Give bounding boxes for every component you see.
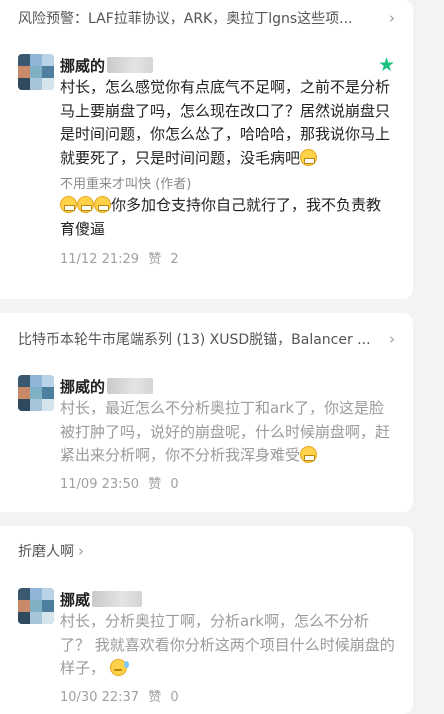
avatar[interactable] bbox=[18, 588, 54, 624]
author-name-redacted bbox=[107, 378, 154, 394]
comment-3: 挪威 村长，分析奥拉丁啊，分析ark啊，怎么不分析了？ 我就喜欢看你分析这两个项… bbox=[0, 588, 413, 707]
comment-text: 村长，分析奥拉丁啊，分析ark啊，怎么不分析了？ 我就喜欢看你分析这两个项目什么… bbox=[60, 612, 395, 677]
chevron-right-icon: › bbox=[389, 330, 395, 348]
post-title[interactable]: 折磨人啊 bbox=[18, 541, 74, 561]
author-reply-label: 不用重来才叫快 (作者) bbox=[60, 177, 192, 192]
post-card-2: 比特币本轮牛市尾端系列 (13) XUSD脱锚，Balancer ... › 挪… bbox=[0, 313, 413, 512]
chevron-right-icon: › bbox=[78, 542, 84, 560]
like-count: 2 bbox=[170, 252, 179, 267]
grin-emoji-icon bbox=[77, 196, 94, 213]
post-title[interactable]: 比特币本轮牛市尾端系列 (13) XUSD脱锚，Balancer ... bbox=[18, 329, 381, 349]
author-reply-text: 你多加仓支持你自己就行了，我不负责教育傻逼 bbox=[60, 196, 382, 238]
like-button[interactable]: 赞 0 bbox=[148, 477, 183, 492]
avatar[interactable] bbox=[18, 375, 54, 411]
post-title[interactable]: 风险预警：LAF拉菲协议，ARK，奥拉丁lgns这些项... bbox=[18, 8, 381, 28]
comment-header: 挪威 bbox=[60, 588, 395, 610]
author-name[interactable]: 挪威的 bbox=[60, 376, 105, 397]
comment-header: 挪威的 bbox=[60, 375, 395, 397]
like-button[interactable]: 赞 0 bbox=[148, 690, 183, 705]
post-title-row-3[interactable]: 折磨人啊 › bbox=[0, 526, 413, 576]
comment-date: 10/30 22:37 bbox=[60, 689, 140, 705]
author-name[interactable]: 挪威 bbox=[60, 589, 90, 610]
grin-emoji-icon bbox=[60, 196, 77, 213]
comment-date: 11/12 21:29 bbox=[60, 252, 140, 267]
grin-emoji-icon bbox=[300, 148, 318, 166]
comment-2: 挪威的 村长，最近怎么不分析奥拉丁和ark了，你这是脸被打肿了吗，说好的崩盘呢，… bbox=[0, 375, 413, 494]
comment-header: 挪威的 ★ bbox=[60, 54, 395, 76]
author-name-redacted bbox=[107, 57, 154, 73]
post-card-1: 风险预警：LAF拉菲协议，ARK，奥拉丁lgns这些项... › 挪威的 ★ 村… bbox=[0, 0, 413, 299]
avatar[interactable] bbox=[18, 54, 54, 90]
grin-emoji-icon bbox=[300, 446, 318, 463]
like-count: 0 bbox=[170, 476, 179, 492]
author-name-redacted bbox=[92, 591, 143, 607]
sweat-emoji-icon bbox=[109, 659, 129, 676]
star-icon[interactable]: ★ bbox=[378, 55, 395, 75]
comment-text: 村长，怎么感觉你有点底气不足啊，之前不是分析马上要崩盘了吗，怎么现在改口了？居然… bbox=[60, 78, 391, 167]
like-count: 0 bbox=[170, 689, 179, 705]
comment-meta: 11/09 23:50 赞 0 bbox=[60, 476, 395, 494]
grin-emoji-icon bbox=[94, 196, 111, 213]
chevron-right-icon: › bbox=[389, 9, 395, 27]
like-label: 赞 bbox=[148, 476, 162, 492]
like-label: 赞 bbox=[148, 689, 162, 705]
comment-meta: 11/12 21:29 赞 2 bbox=[60, 251, 395, 269]
comment-1: 挪威的 ★ 村长，怎么感觉你有点底气不足啊，之前不是分析马上要崩盘了吗，怎么现在… bbox=[0, 54, 413, 269]
like-label: 赞 bbox=[148, 252, 162, 267]
post-card-3: 折磨人啊 › 挪威 村长，分析奥拉丁啊，分析ark啊，怎么不分析了？ 我就喜欢看… bbox=[0, 526, 413, 714]
author-name[interactable]: 挪威的 bbox=[60, 55, 105, 76]
comment-date: 11/09 23:50 bbox=[60, 476, 140, 492]
comment-meta: 10/30 22:37 赞 0 bbox=[60, 689, 395, 707]
post-title-row-2[interactable]: 比特币本轮牛市尾端系列 (13) XUSD脱锚，Balancer ... › bbox=[0, 313, 413, 365]
comment-text: 村长，最近怎么不分析奥拉丁和ark了，你这是脸被打肿了吗，说好的崩盘呢，什么时候… bbox=[60, 399, 391, 464]
post-title-row-1[interactable]: 风险预警：LAF拉菲协议，ARK，奥拉丁lgns这些项... › bbox=[0, 0, 413, 36]
like-button[interactable]: 赞 2 bbox=[148, 252, 183, 267]
